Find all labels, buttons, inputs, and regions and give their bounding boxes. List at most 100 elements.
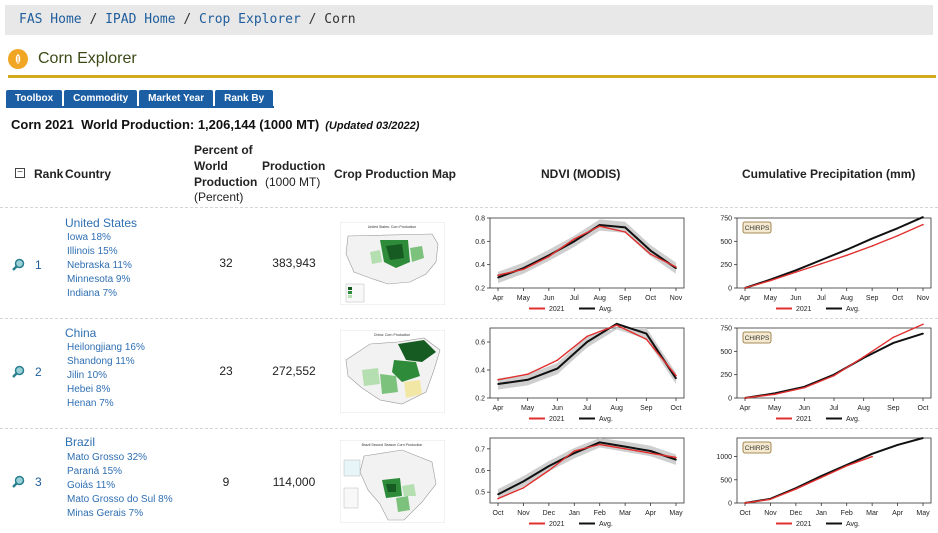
map-title: China: Corn Production: [374, 333, 410, 337]
data-point: [922, 216, 924, 218]
crop-production-map-china[interactable]: China: Corn Production: [340, 330, 445, 413]
production-value: 114,000: [272, 475, 316, 489]
data-point: [649, 249, 652, 252]
y-tick-label: 250: [720, 262, 732, 269]
data-point: [803, 386, 806, 389]
breadcrumb-link-fas-home[interactable]: FAS Home: [19, 12, 82, 27]
state-link[interactable]: Heilongjiang 16%: [67, 341, 145, 355]
data-point: [522, 480, 525, 483]
data-point: [820, 259, 823, 261]
data-point: [624, 445, 626, 448]
state-link[interactable]: Illinois 15%: [67, 245, 132, 259]
legend-label-avg: Avg.: [599, 521, 613, 528]
y-tick-label: 0.6: [475, 340, 485, 347]
header-production-unit: (1000 MT): [265, 175, 321, 189]
x-tick-label: May: [768, 405, 782, 412]
zoom-magnifier-icon[interactable]: [12, 365, 25, 378]
legend-label-2021: 2021: [549, 306, 565, 313]
data-point: [573, 238, 576, 240]
x-tick-label: Oct: [918, 405, 929, 412]
collapse-toggle[interactable]: −: [15, 168, 25, 178]
zoom-magnifier-icon[interactable]: [12, 258, 25, 271]
tab-rank-by[interactable]: Rank By: [215, 90, 274, 107]
y-tick-label: 0: [728, 501, 732, 508]
x-tick-label: May: [669, 510, 683, 517]
chirps-badge-label: CHIRPS: [745, 225, 770, 232]
breadcrumb-separator: /: [183, 12, 192, 27]
state-link[interactable]: Iowa 18%: [67, 231, 132, 245]
data-point: [497, 497, 499, 500]
legend-label-avg: Avg.: [846, 521, 860, 528]
tab-commodity[interactable]: Commodity: [64, 90, 138, 107]
x-tick-label: Jul: [570, 295, 579, 302]
data-point: [497, 493, 499, 496]
corn-logo-icon: [8, 49, 28, 69]
x-tick-label: Aug: [857, 405, 870, 412]
state-link[interactable]: Jilin 10%: [67, 369, 145, 383]
state-link[interactable]: Paraná 15%: [67, 465, 173, 479]
state-link[interactable]: Shandong 11%: [67, 355, 145, 369]
legend-label-avg: Avg.: [599, 416, 613, 423]
tab-toolbox[interactable]: Toolbox: [6, 90, 63, 107]
state-link[interactable]: Nebraska 11%: [67, 259, 132, 273]
zoom-magnifier-icon[interactable]: [12, 475, 25, 488]
data-point: [624, 448, 626, 450]
row-divider: [0, 318, 938, 319]
x-tick-label: Jan: [816, 510, 827, 517]
data-point: [922, 332, 924, 335]
y-tick-label: 0.5: [475, 490, 485, 497]
data-point: [675, 458, 677, 461]
x-tick-label: Sep: [619, 295, 632, 302]
tab-market-year[interactable]: Market Year: [139, 90, 214, 107]
x-tick-label: Sep: [866, 295, 879, 302]
x-tick-label: Jan: [569, 510, 580, 517]
breadcrumb-separator: /: [308, 12, 317, 27]
state-link[interactable]: Minas Gerais 7%: [67, 507, 173, 521]
data-point: [845, 465, 848, 467]
x-tick-label: Apr: [493, 295, 505, 302]
x-tick-label: Oct: [493, 510, 504, 517]
state-link[interactable]: Goiás 11%: [67, 479, 173, 493]
y-tick-label: 0.4: [475, 262, 485, 269]
x-tick-label: Jul: [830, 405, 839, 412]
data-point: [922, 223, 924, 226]
data-point: [598, 225, 601, 227]
x-tick-label: Jun: [543, 295, 554, 302]
country-link-brazil[interactable]: Brazil: [65, 435, 95, 449]
state-link[interactable]: Mato Grosso do Sul 8%: [67, 493, 173, 507]
map-title: Brazil Second Season Corn Production: [362, 443, 423, 447]
data-point: [922, 437, 924, 439]
x-tick-label: Apr: [740, 295, 752, 302]
summary-text: Corn 2021 World Production: 1,206,144 (1…: [11, 117, 320, 132]
crop-production-map-us[interactable]: United States: Corn Production: [340, 222, 445, 305]
x-tick-label: Nov: [917, 295, 930, 302]
state-link[interactable]: Minnesota 9%: [67, 273, 132, 287]
percent-value: 32: [219, 256, 233, 270]
map-title: United States: Corn Production: [368, 225, 416, 229]
data-point: [896, 227, 899, 230]
data-point: [598, 441, 601, 444]
breadcrumb-link-ipad-home[interactable]: IPAD Home: [105, 12, 175, 27]
data-point: [675, 456, 677, 459]
breadcrumb-current: Corn: [324, 12, 356, 27]
x-tick-label: Aug: [593, 295, 606, 302]
country-link-china[interactable]: China: [65, 326, 96, 340]
x-tick-label: Nov: [517, 510, 530, 517]
data-point: [573, 240, 576, 243]
data-point: [773, 393, 776, 396]
toolbar-tabs: Toolbox Commodity Market Year Rank By: [6, 90, 274, 107]
data-point: [892, 342, 895, 344]
y-tick-label: 1000: [716, 454, 732, 461]
state-link[interactable]: Hebei 8%: [67, 383, 145, 397]
country-link-united-states[interactable]: United States: [65, 216, 137, 230]
production-value: 272,552: [272, 364, 316, 378]
breadcrumb-link-crop-explorer[interactable]: Crop Explorer: [199, 12, 301, 27]
state-link[interactable]: Mato Grosso 32%: [67, 451, 173, 465]
crop-production-map-brazil[interactable]: Brazil Second Season Corn Production: [340, 440, 445, 523]
state-link[interactable]: Indiana 7%: [67, 287, 132, 301]
data-point: [795, 269, 797, 272]
data-point: [497, 379, 499, 381]
data-point: [845, 254, 848, 257]
page-header: Corn Explorer: [8, 46, 137, 72]
state-link[interactable]: Henan 7%: [67, 397, 145, 411]
